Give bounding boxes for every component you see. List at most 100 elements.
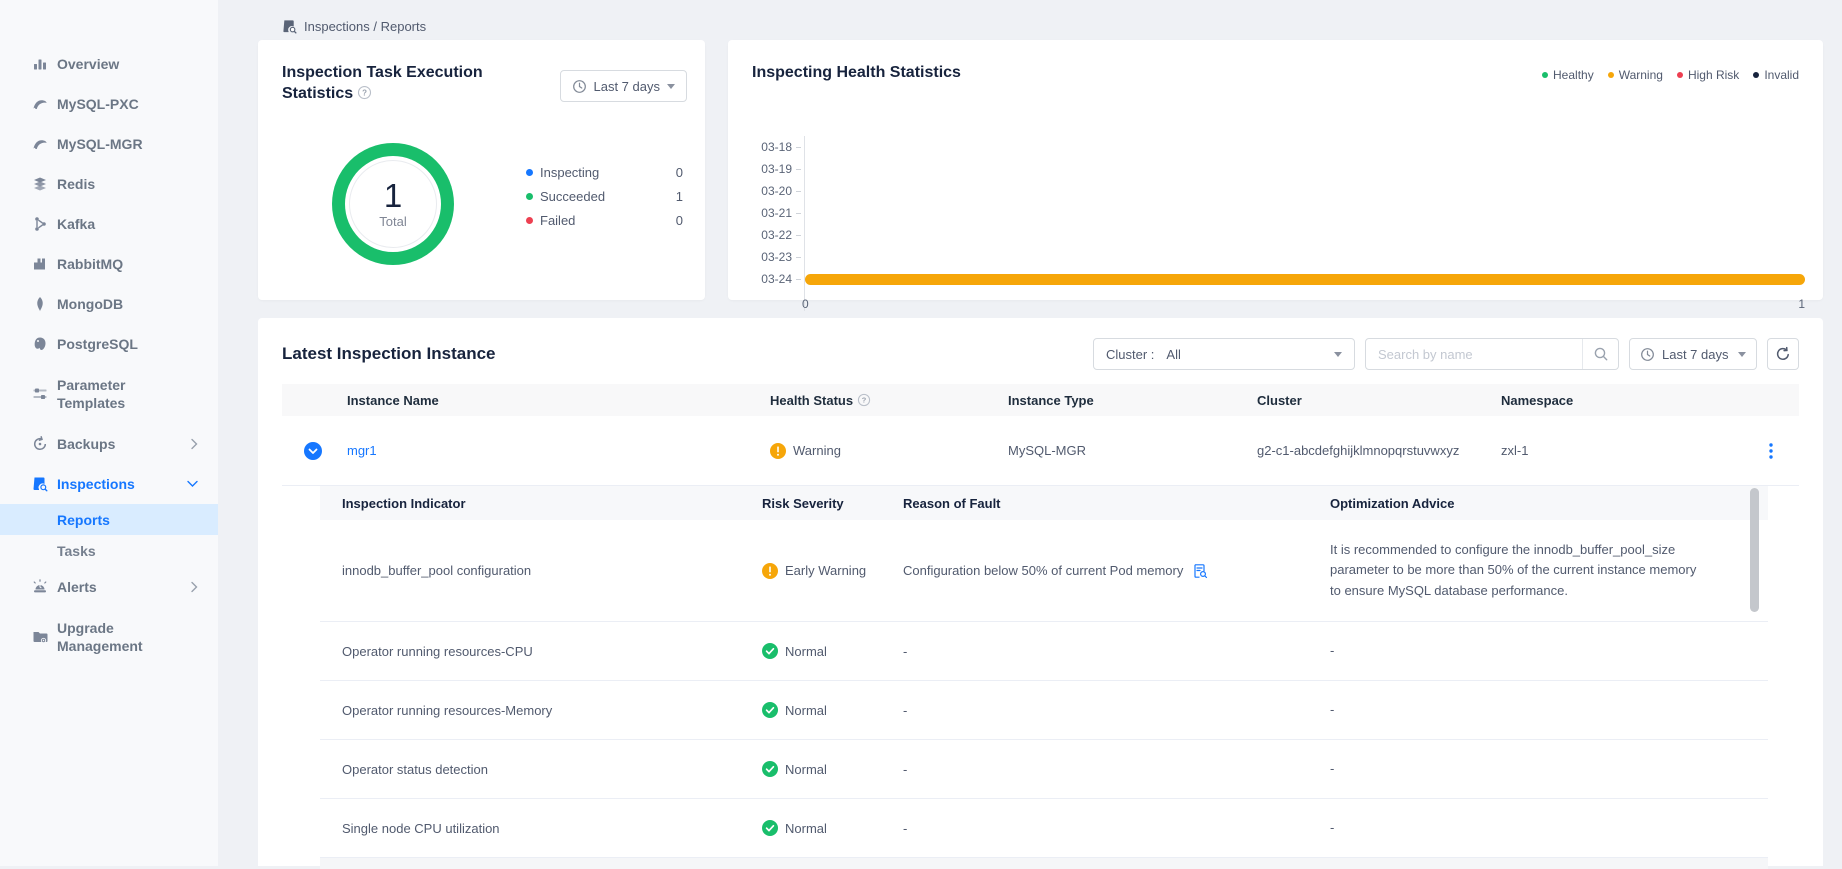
refresh-button[interactable]	[1767, 338, 1799, 370]
sidebar-item-label: MongoDB	[57, 295, 179, 313]
sidebar-item-parameter-templates[interactable]: Parameter Templates	[0, 364, 218, 424]
search-input[interactable]	[1378, 347, 1582, 362]
report-search-icon	[282, 19, 297, 34]
severity-cell: Normal	[740, 820, 881, 836]
normal-icon	[762, 761, 778, 777]
chevron-right-icon	[191, 439, 198, 450]
donut-legend: Inspecting 0 Succeeded 1 Failed 0	[526, 160, 683, 232]
severity-cell: Early Warning	[740, 563, 881, 579]
legend-dot	[1542, 72, 1548, 78]
sidebar-item-alerts[interactable]: Alerts	[0, 567, 218, 607]
legend-dot	[526, 193, 533, 200]
inspection-row: Single node CPU utilization Normal - -	[320, 799, 1768, 858]
cluster-select[interactable]: Cluster : All	[1093, 338, 1355, 370]
reason-cell: -	[881, 821, 1308, 836]
caret-down-icon	[1334, 352, 1342, 357]
reason-cell: -	[881, 762, 1308, 777]
date-range-dropdown[interactable]: Last 7 days	[560, 70, 688, 102]
help-icon[interactable]: ?	[357, 85, 372, 100]
row-actions-menu[interactable]	[1765, 439, 1777, 463]
indicator-cell: Operator status detection	[320, 762, 740, 777]
indicator-cell: Operator running resources-CPU	[320, 644, 740, 659]
advice-cell: -	[1308, 700, 1768, 720]
col-cluster: Cluster	[1257, 393, 1501, 408]
collapse-row-icon[interactable]	[304, 442, 347, 460]
sidebar-item-tasks[interactable]: Tasks	[0, 535, 218, 567]
search-box	[1365, 338, 1619, 370]
caret-down-icon	[1738, 352, 1746, 357]
sidebar-item-redis[interactable]: Redis	[0, 164, 218, 204]
y-axis-labels: 03-18 03-19 03-20 03-21 03-22 03-23 03-2…	[752, 136, 804, 311]
sidebar-item-label: Tasks	[57, 543, 96, 559]
breadcrumb[interactable]: Inspections / Reports	[218, 0, 1842, 40]
legend-item: Inspecting 0	[526, 160, 683, 184]
svg-text:?: ?	[862, 395, 867, 404]
sidebar-item-label: Backups	[57, 435, 179, 453]
sidebar-item-mysql-mgr[interactable]: MySQL-MGR	[0, 124, 218, 164]
kafka-icon	[32, 216, 48, 232]
sidebar: Overview MySQL-PXC MySQL-MGR Redis Kafka…	[0, 0, 218, 866]
sidebar-item-overview[interactable]: Overview	[0, 44, 218, 84]
severity-cell: Normal	[740, 761, 881, 777]
subtable-scrollbar-thumb[interactable]	[1750, 488, 1759, 612]
mysql-dolphin-icon	[32, 136, 48, 152]
sidebar-item-reports[interactable]: Reports	[0, 504, 218, 535]
help-icon[interactable]: ?	[857, 393, 871, 407]
legend-dot	[1753, 72, 1759, 78]
redis-stack-icon	[32, 176, 48, 192]
alarm-icon	[32, 579, 48, 595]
inspection-row: Operator running resources-CPU Normal - …	[320, 622, 1768, 681]
sidebar-item-label: Reports	[57, 512, 110, 528]
sidebar-item-label: RabbitMQ	[57, 255, 179, 273]
chevron-right-icon	[191, 582, 198, 593]
indicator-cell: Single node CPU utilization	[320, 821, 740, 836]
x-axis-labels: 0 1	[805, 297, 1805, 311]
health-bar	[805, 274, 1805, 285]
date-range-dropdown[interactable]: Last 7 days	[1629, 338, 1757, 370]
card-title: Inspection Task Execution Statistics?	[282, 62, 497, 104]
instance-name-link[interactable]: mgr1	[347, 443, 770, 458]
sidebar-item-label: Inspections	[57, 475, 179, 493]
backup-restore-icon	[32, 436, 48, 452]
col-instance-type: Instance Type	[1008, 393, 1257, 408]
sidebar-item-mongodb[interactable]: MongoDB	[0, 284, 218, 324]
legend-dot	[526, 169, 533, 176]
folder-gear-icon	[32, 629, 48, 645]
next-row-partial	[320, 858, 1768, 869]
sidebar-item-mysql-pxc[interactable]: MySQL-PXC	[0, 84, 218, 124]
sidebar-item-kafka[interactable]: Kafka	[0, 204, 218, 244]
indicator-cell: innodb_buffer_pool configuration	[320, 563, 740, 578]
breadcrumb-path: Inspections / Reports	[304, 19, 426, 34]
reason-cell: -	[881, 703, 1308, 718]
date-range-label: Last 7 days	[594, 79, 661, 94]
col-instance-name: Instance Name	[347, 393, 770, 408]
health-status-cell: Warning	[770, 443, 1008, 459]
sidebar-item-label: PostgreSQL	[57, 335, 179, 353]
sidebar-item-inspections[interactable]: Inspections	[0, 464, 218, 504]
normal-icon	[762, 643, 778, 659]
clock-icon	[1640, 347, 1655, 362]
task-donut-chart: 1 Total	[332, 143, 454, 265]
legend-dot	[526, 217, 533, 224]
view-report-icon[interactable]	[1192, 563, 1208, 579]
warning-icon	[770, 443, 786, 459]
sidebar-item-label: Parameter Templates	[57, 376, 179, 412]
severity-cell: Normal	[740, 643, 881, 659]
sidebar-item-postgresql[interactable]: PostgreSQL	[0, 324, 218, 364]
chevron-down-icon	[187, 481, 198, 488]
inspection-row: innodb_buffer_pool configuration Early W…	[320, 520, 1768, 622]
sidebar-item-rabbitmq[interactable]: RabbitMQ	[0, 244, 218, 284]
sidebar-item-label: Alerts	[57, 578, 179, 596]
search-icon[interactable]	[1582, 339, 1618, 369]
legend-item: Succeeded 1	[526, 184, 683, 208]
reason-cell: -	[881, 644, 1308, 659]
sidebar-item-upgrade-management[interactable]: Upgrade Management	[0, 607, 218, 667]
severity-cell: Normal	[740, 702, 881, 718]
health-bar-chart: 03-18 03-19 03-20 03-21 03-22 03-23 03-2…	[752, 136, 1805, 311]
section-title: Latest Inspection Instance	[282, 344, 496, 364]
sidebar-item-label: Overview	[57, 55, 179, 73]
svg-text:?: ?	[362, 88, 367, 97]
inspection-detail-table: Inspection Indicator Risk Severity Reaso…	[320, 486, 1768, 869]
bar-chart-icon	[32, 56, 48, 72]
sidebar-item-backups[interactable]: Backups	[0, 424, 218, 464]
